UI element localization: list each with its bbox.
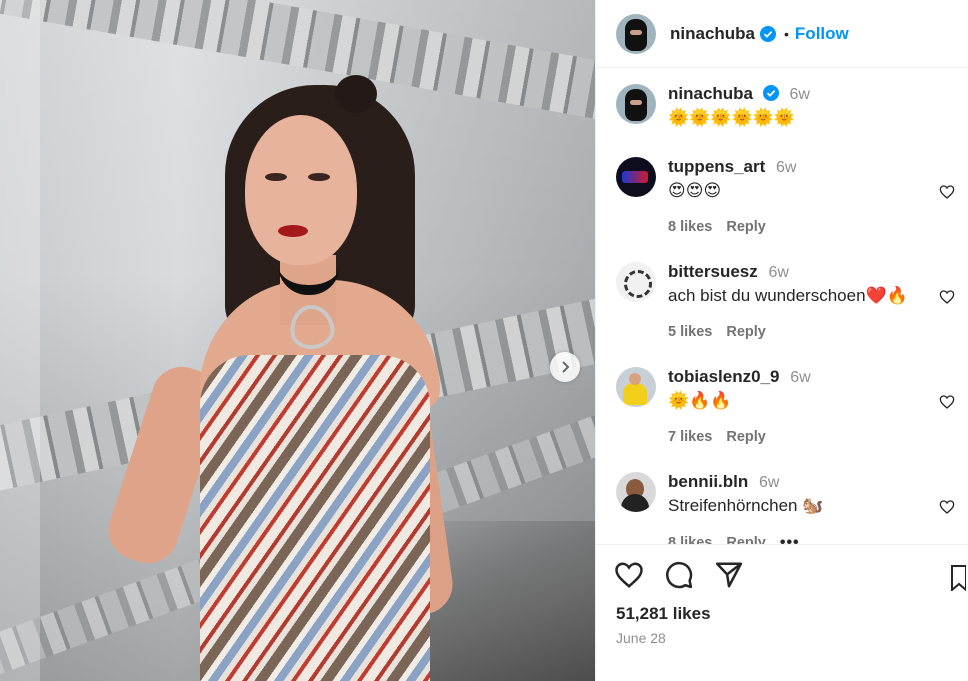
comment-username[interactable]: tobiaslenz0_9 xyxy=(668,367,780,386)
comment-time[interactable]: 6w xyxy=(759,474,779,491)
comment-likes[interactable]: 5 likes xyxy=(668,324,712,340)
comment-text: Streifenhörnchen 🐿️ xyxy=(668,496,824,515)
comment-time[interactable]: 6w xyxy=(790,369,810,386)
verified-badge-icon xyxy=(762,85,779,101)
eye xyxy=(308,173,330,181)
reply-button[interactable]: Reply xyxy=(726,219,766,235)
paper-plane-icon[interactable] xyxy=(714,560,744,590)
striped-dress xyxy=(200,355,430,681)
comments-list[interactable]: ninachuba 6w 🌞🌞🌞🌞🌞🌞 tuppens_art 6w � xyxy=(596,68,968,545)
lips xyxy=(278,225,308,237)
comment-text: 🌞🔥🔥 xyxy=(668,391,732,410)
post-side-panel: ninachuba • Follow ninachuba 6w 🌞🌞🌞🌞🌞🌞 t… xyxy=(595,0,968,681)
author-username[interactable]: ninachuba xyxy=(670,24,755,44)
post-image[interactable] xyxy=(0,0,595,681)
caption-username[interactable]: ninachuba xyxy=(668,84,753,103)
comment-item: bennii.bln 6w Streifenhörnchen 🐿️ 8 like… xyxy=(616,472,968,544)
light-band xyxy=(0,0,40,681)
comment-icon[interactable] xyxy=(664,560,694,590)
avatar[interactable] xyxy=(616,13,656,54)
caption-time[interactable]: 6w xyxy=(789,86,809,103)
face xyxy=(245,115,357,265)
eye xyxy=(265,173,287,181)
reply-button[interactable]: Reply xyxy=(726,324,766,340)
person-figure xyxy=(100,75,490,681)
avatar[interactable] xyxy=(616,472,656,512)
comment-time[interactable]: 6w xyxy=(776,159,796,176)
heart-icon[interactable] xyxy=(939,394,955,410)
verified-badge-icon xyxy=(760,25,777,42)
comment-username[interactable]: tuppens_art xyxy=(668,157,765,176)
reply-button[interactable]: Reply xyxy=(726,429,766,445)
follow-button[interactable]: Follow xyxy=(795,24,849,44)
more-options-icon[interactable]: ••• xyxy=(780,534,800,544)
avatar[interactable] xyxy=(616,262,656,302)
comment-item: tuppens_art 6w 😍😍😍 8 likes Reply xyxy=(616,157,968,235)
chevron-right-icon[interactable] xyxy=(550,352,580,382)
likes-count[interactable]: 51,281 likes xyxy=(616,604,711,624)
comment-likes[interactable]: 8 likes xyxy=(668,535,712,544)
avatar[interactable] xyxy=(616,157,656,197)
hair-bun xyxy=(335,75,377,113)
bookmark-icon[interactable] xyxy=(950,565,966,591)
comment-time[interactable]: 6w xyxy=(768,264,788,281)
comment-likes[interactable]: 8 likes xyxy=(668,219,712,235)
heart-icon[interactable] xyxy=(939,184,955,200)
heart-icon[interactable] xyxy=(939,499,955,515)
caption-text: 🌞🌞🌞🌞🌞🌞 xyxy=(668,108,796,127)
comment-item: tobiaslenz0_9 6w 🌞🔥🔥 7 likes Reply xyxy=(616,367,968,445)
comment-text: ach bist du wunderschoen❤️🔥 xyxy=(668,286,908,305)
post-actions xyxy=(614,560,764,590)
separator: • xyxy=(784,25,789,42)
avatar[interactable] xyxy=(616,84,656,124)
caption: ninachuba 6w 🌞🌞🌞🌞🌞🌞 xyxy=(616,84,968,129)
comment-item: bittersuesz 6w ach bist du wunderschoen❤… xyxy=(616,262,968,340)
post-date[interactable]: June 28 xyxy=(616,630,666,646)
post-header: ninachuba • Follow xyxy=(596,0,968,68)
avatar[interactable] xyxy=(616,367,656,407)
heart-icon[interactable] xyxy=(939,289,955,305)
comment-username[interactable]: bittersuesz xyxy=(668,262,758,281)
heart-icon[interactable] xyxy=(614,560,644,590)
comment-text: 😍😍😍 xyxy=(668,181,722,200)
reply-button[interactable]: Reply xyxy=(726,535,766,544)
comment-likes[interactable]: 7 likes xyxy=(668,429,712,445)
comment-username[interactable]: bennii.bln xyxy=(668,472,748,491)
